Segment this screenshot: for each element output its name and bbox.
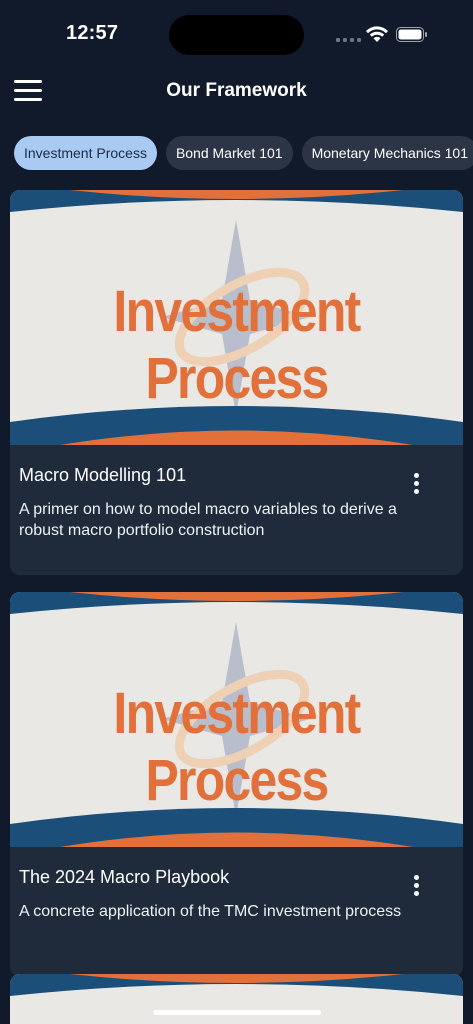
tab-bond-market-101[interactable]: Bond Market 101	[165, 136, 293, 170]
tab-monetary-mechanics-101[interactable]: Monetary Mechanics 101	[301, 136, 473, 170]
card-body: Macro Modelling 101 A primer on how to m…	[10, 445, 463, 575]
tab-investment-process[interactable]: Investment Process	[14, 136, 157, 170]
page-title: Our Framework	[166, 80, 307, 101]
card-description: A concrete application of the TMC invest…	[19, 903, 402, 920]
more-options-button[interactable]	[409, 473, 423, 495]
battery-icon	[396, 27, 427, 42]
article-card[interactable]: Investment Process The 2024 Macro Playbo…	[10, 592, 463, 977]
card-title: The 2024 Macro Playbook	[19, 867, 230, 887]
card-cover-image: Investment Process	[10, 190, 463, 445]
home-indicator[interactable]	[153, 1010, 321, 1015]
more-options-button[interactable]	[409, 875, 423, 897]
wifi-icon	[366, 26, 388, 42]
card-image-caption: Investment Process	[113, 279, 361, 411]
dynamic-island	[169, 15, 304, 55]
card-image-caption: Investment Process	[113, 681, 361, 813]
category-tabs: Investment Process Bond Market 101 Monet…	[14, 136, 473, 170]
status-bar: 12:57	[0, 0, 473, 70]
card-title: Macro Modelling 101	[19, 465, 187, 485]
status-time: 12:57	[66, 22, 119, 44]
cellular-signal-icon	[336, 38, 361, 42]
article-card[interactable]	[10, 974, 463, 1024]
card-cover-image	[10, 974, 463, 1024]
app-bar: Our Framework	[0, 70, 473, 114]
card-description: A primer on how to model macro variables…	[19, 501, 397, 539]
app-screen: 12:57 Our Framework Investment Process B…	[0, 0, 473, 1024]
card-cover-image: Investment Process	[10, 592, 463, 847]
card-body: The 2024 Macro Playbook A concrete appli…	[10, 847, 463, 977]
article-card[interactable]: Investment Process Macro Modelling 101 A…	[10, 190, 463, 575]
